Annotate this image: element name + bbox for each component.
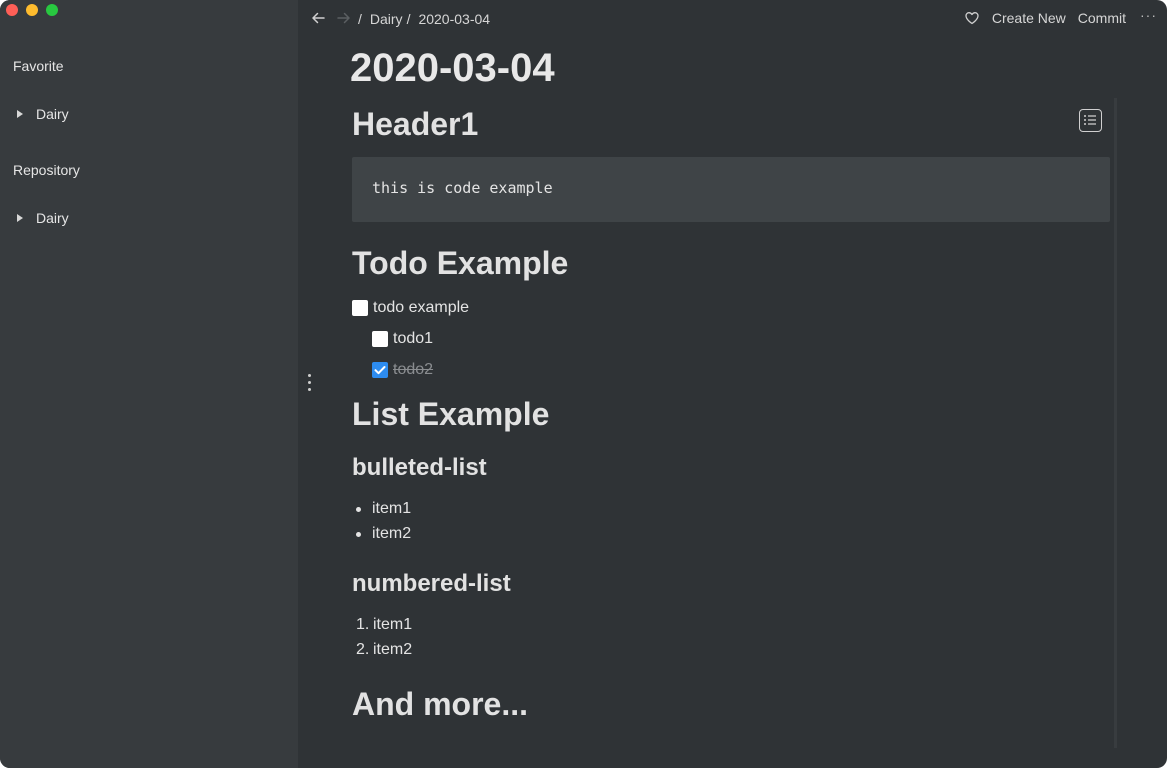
- caret-right-icon[interactable]: [17, 214, 23, 222]
- scrollbar[interactable]: [1114, 98, 1117, 748]
- sidebar-favorite-heading: Favorite: [13, 58, 64, 74]
- heading-and-more[interactable]: And more...: [352, 686, 528, 723]
- heading-numbered-list[interactable]: numbered-list: [352, 570, 511, 598]
- create-new-button[interactable]: Create New: [992, 10, 1066, 26]
- todo-label[interactable]: todo2: [393, 361, 433, 379]
- list-number: 1.: [356, 616, 370, 633]
- list-item: 2. item2: [356, 641, 412, 659]
- arrow-right-icon[interactable]: [336, 10, 352, 26]
- breadcrumb-separator: /: [406, 11, 411, 27]
- list-item: item2: [356, 525, 411, 543]
- list-item-text[interactable]: item1: [373, 616, 412, 634]
- todo-checkbox[interactable]: [372, 331, 388, 347]
- heading-header1[interactable]: Header1: [352, 106, 478, 143]
- bullet-icon: [356, 531, 361, 537]
- heading-list-example[interactable]: List Example: [352, 396, 549, 433]
- list-item-text[interactable]: item2: [373, 641, 412, 659]
- breadcrumb: / Dairy / 2020-03-04: [358, 11, 490, 27]
- heading-bulleted-list[interactable]: bulleted-list: [352, 454, 487, 482]
- sidebar-item-repository-dairy[interactable]: Dairy: [17, 208, 69, 228]
- app-window: Favorite Dairy Repository Dairy / Dairy …: [0, 0, 1167, 768]
- sidebar-item-favorite-dairy[interactable]: Dairy: [17, 104, 69, 124]
- page-title[interactable]: 2020-03-04: [350, 46, 555, 91]
- breadcrumb-separator: /: [358, 11, 362, 27]
- todo-item: todo1: [372, 330, 433, 348]
- heading-todo-example[interactable]: Todo Example: [352, 245, 568, 282]
- todo-item: todo2: [372, 361, 433, 379]
- todo-checkbox-checked[interactable]: [372, 362, 388, 378]
- list-item-text[interactable]: item1: [372, 500, 411, 518]
- arrow-left-icon[interactable]: [310, 10, 326, 26]
- minimize-window-button[interactable]: [26, 4, 38, 16]
- list-item: 1. item1: [356, 616, 412, 634]
- commit-button[interactable]: Commit: [1078, 10, 1126, 26]
- todo-label[interactable]: todo example: [373, 299, 469, 317]
- zoom-window-button[interactable]: [46, 4, 58, 16]
- more-options-button[interactable]: ···: [1140, 7, 1157, 23]
- todo-item: todo example: [352, 299, 469, 317]
- sidebar-item-label: Dairy: [36, 210, 69, 226]
- toolbar-actions: Create New Commit ···: [964, 7, 1157, 26]
- caret-right-icon[interactable]: [17, 110, 23, 118]
- heart-icon[interactable]: [964, 10, 980, 26]
- drag-handle-icon[interactable]: [308, 374, 312, 394]
- list-item: item1: [356, 500, 411, 518]
- window-controls: [6, 4, 58, 16]
- sidebar-repository-heading: Repository: [13, 162, 80, 178]
- list-number: 2.: [356, 641, 370, 658]
- breadcrumb-item-current: 2020-03-04: [418, 11, 491, 27]
- list-item-text[interactable]: item2: [372, 525, 411, 543]
- close-window-button[interactable]: [6, 4, 18, 16]
- sidebar-item-label: Dairy: [36, 106, 69, 122]
- todo-label[interactable]: todo1: [393, 330, 433, 348]
- todo-checkbox[interactable]: [352, 300, 368, 316]
- breadcrumb-item-dairy[interactable]: Dairy: [370, 11, 403, 27]
- sidebar: Favorite Dairy Repository Dairy: [0, 0, 298, 768]
- bullet-icon: [356, 506, 361, 512]
- checkmark-icon: [374, 366, 386, 375]
- toolbar: / Dairy / 2020-03-04 Create New Commit ·…: [298, 0, 1167, 40]
- table-of-contents-button[interactable]: [1079, 109, 1102, 132]
- code-block[interactable]: this is code example: [352, 157, 1110, 222]
- list-icon: [1084, 115, 1096, 125]
